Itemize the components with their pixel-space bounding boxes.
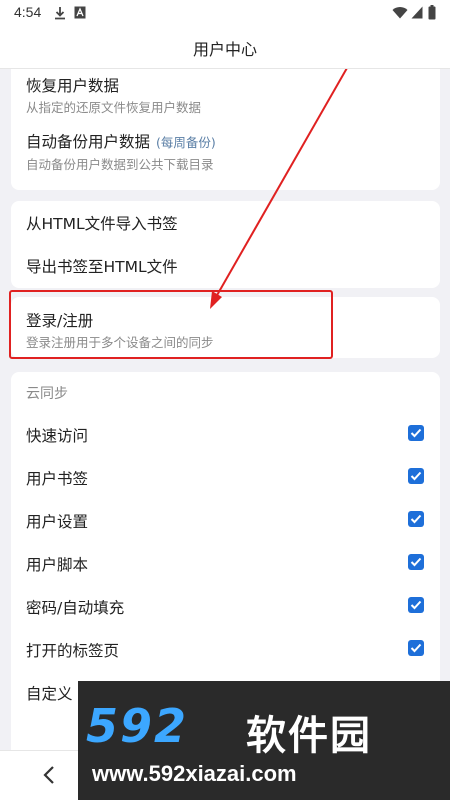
watermark-url: www.592xiazai.com (92, 761, 297, 786)
page-title: 用户中心 (192, 40, 257, 59)
watermark-name: 软件园 (246, 713, 372, 759)
wifi-icon (392, 7, 408, 19)
status-bar: 4:54 (0, 0, 450, 26)
annotation-arrow-icon (210, 69, 348, 309)
watermark-logo: 592 (86, 699, 189, 753)
watermark: 592 软件园 www.592xiazai.com (78, 681, 450, 800)
settings-list[interactable]: 恢复用户数据 从指定的还原文件恢复用户数据 自动备份用户数据 (每周备份) 自动备… (0, 69, 450, 750)
app-header: 用户中心 (0, 26, 450, 69)
back-arrow-icon[interactable] (38, 763, 62, 787)
battery-icon (428, 5, 436, 20)
app-notification-icon (74, 6, 86, 19)
status-time: 4:54 (14, 4, 42, 20)
download-icon (55, 7, 65, 20)
signal-icon (411, 6, 423, 19)
